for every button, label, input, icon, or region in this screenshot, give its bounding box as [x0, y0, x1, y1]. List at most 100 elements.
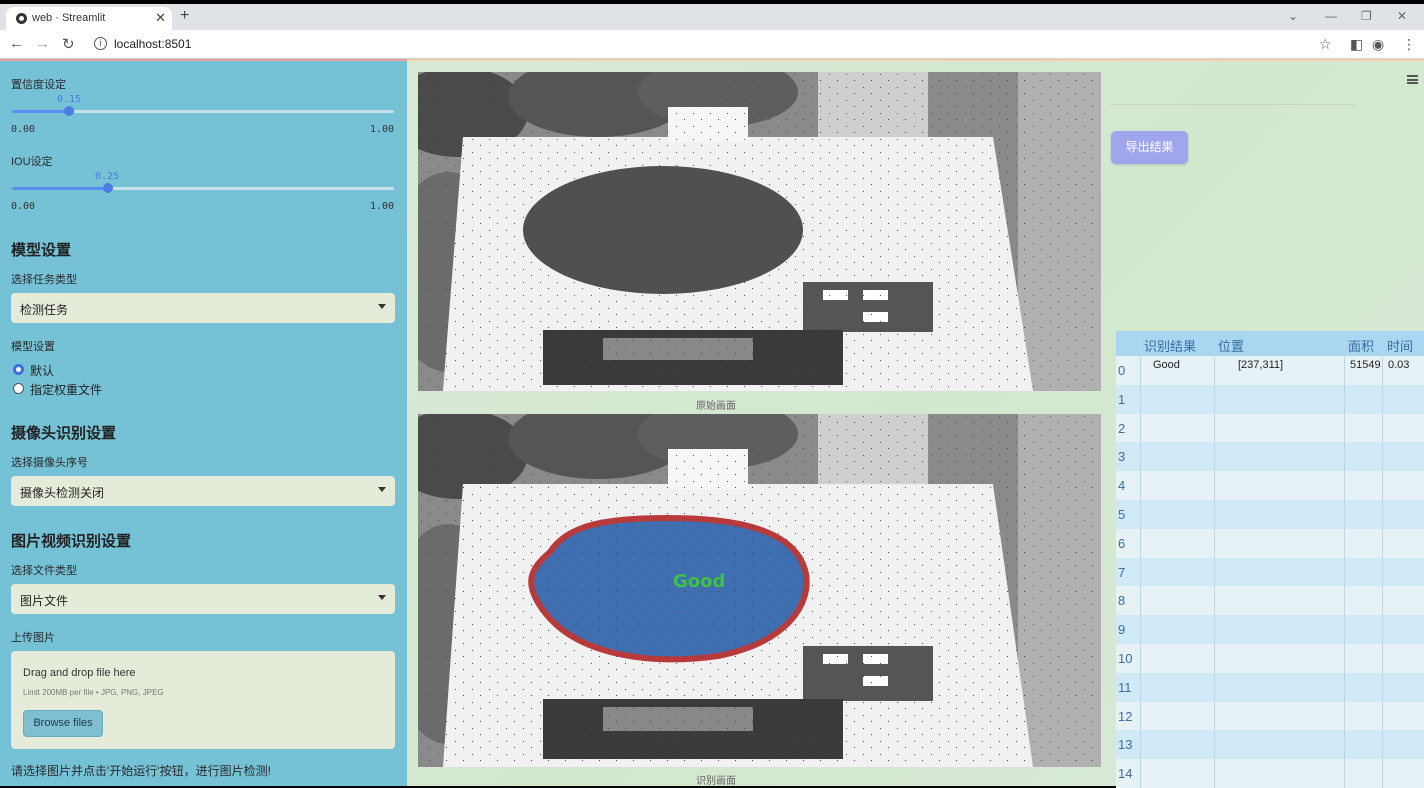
radio-default-label: 默认: [30, 364, 55, 378]
menu-dots-icon[interactable]: ⋮: [1402, 36, 1416, 53]
chevron-down-icon[interactable]: ⌄: [1288, 9, 1298, 23]
row-index: 8: [1118, 593, 1126, 609]
detection-image-caption: 识别画面: [696, 776, 736, 787]
original-image: [418, 72, 1101, 391]
header-time: 时间: [1387, 339, 1414, 354]
divider: [1110, 104, 1355, 105]
camera-select-value: 摄像头检测关闭: [20, 486, 105, 500]
table-row[interactable]: 3: [1116, 442, 1424, 472]
site-info-icon[interactable]: i: [94, 37, 107, 50]
minimize-icon[interactable]: —: [1325, 9, 1337, 23]
file-type-value: 图片文件: [20, 594, 69, 608]
table-row[interactable]: 0 Good [237,311] 51549 0.03: [1116, 356, 1424, 385]
iou-slider[interactable]: [12, 183, 394, 193]
main-content: 原始画面 Good 识别画面 导出结果 识别结果 位置 面积 时间 0 Good…: [407, 59, 1424, 788]
row-index: 11: [1118, 679, 1132, 695]
sidebar: 置信度设定 0.15 0.00 1.00 IOU设定 0.25 0.00 1.0…: [0, 59, 407, 786]
column-divider: [1140, 331, 1141, 788]
iou-min: 0.00: [11, 201, 36, 212]
row-index: 6: [1118, 535, 1126, 551]
radio-custom-weights[interactable]: [13, 383, 24, 394]
table-row[interactable]: 13: [1116, 730, 1424, 760]
cell-time: 0.03: [1388, 359, 1410, 371]
table-row[interactable]: 7: [1116, 557, 1424, 587]
media-settings-header: 图片视频识别设置: [11, 533, 132, 550]
iou-slider-thumb[interactable]: [102, 183, 113, 193]
row-index: 3: [1118, 449, 1126, 465]
row-index: 13: [1118, 737, 1133, 753]
reload-icon[interactable]: ↻: [62, 35, 75, 53]
table-row[interactable]: 4: [1116, 471, 1424, 501]
table-row[interactable]: 1: [1116, 384, 1424, 414]
task-type-select[interactable]: 检测任务: [11, 293, 395, 323]
upload-drag-text: Drag and drop file here: [23, 667, 136, 679]
upload-label: 上传图片: [11, 632, 55, 644]
row-index: 12: [1118, 708, 1133, 724]
streamlit-app: 置信度设定 0.15 0.00 1.00 IOU设定 0.25 0.00 1.0…: [0, 59, 1424, 788]
table-row[interactable]: 8: [1116, 586, 1424, 616]
iou-max: 1.00: [370, 201, 395, 212]
upload-limit-text: Limit 200MB per file • JPG, PNG, JPEG: [23, 688, 164, 697]
table-row[interactable]: 9: [1116, 615, 1424, 645]
forward-icon[interactable]: →: [35, 35, 50, 52]
confidence-max: 1.00: [370, 124, 395, 135]
row-index: 5: [1118, 507, 1126, 522]
back-icon[interactable]: ←: [9, 35, 24, 52]
column-divider: [1214, 331, 1215, 788]
close-tab-icon[interactable]: ✕: [155, 10, 166, 26]
table-row[interactable]: 11: [1116, 672, 1424, 702]
camera-select[interactable]: 摄像头检测关闭: [11, 476, 395, 506]
table-row[interactable]: 6: [1116, 528, 1424, 558]
table-row[interactable]: 5: [1116, 500, 1424, 529]
table-header: 识别结果 位置 面积 时间: [1116, 331, 1424, 356]
table-row[interactable]: 12: [1116, 701, 1424, 731]
close-window-icon[interactable]: ✕: [1397, 9, 1407, 23]
original-image-caption: 原始画面: [696, 401, 736, 412]
task-type-value: 检测任务: [20, 303, 69, 317]
table-row[interactable]: 14: [1116, 759, 1424, 788]
row-index: 1: [1118, 391, 1126, 407]
table-row[interactable]: 10: [1116, 644, 1424, 673]
file-type-select[interactable]: 图片文件: [11, 584, 395, 614]
caret-down-icon: [378, 487, 386, 492]
browser-tab[interactable]: web · Streamlit ✕: [6, 7, 172, 30]
header-area: 面积: [1348, 339, 1375, 354]
url-field[interactable]: i localhost:8501: [86, 33, 1346, 55]
confidence-label: 置信度设定: [11, 79, 66, 91]
camera-settings-header: 摄像头识别设置: [11, 425, 117, 442]
instruction-hint: 请选择图片并点击'开始运行'按钮，进行图片检测!: [11, 764, 271, 778]
detection-image: Good: [418, 414, 1101, 767]
address-bar: ← → ↻ i localhost:8501 ☆ ◧ ◉ ⋮: [0, 30, 1424, 59]
camera-index-label: 选择摄像头序号: [11, 457, 88, 469]
iou-label: IOU设定: [11, 156, 53, 168]
bookmark-star-icon[interactable]: ☆: [1319, 36, 1332, 53]
table-row[interactable]: 2: [1116, 413, 1424, 443]
confidence-slider[interactable]: [12, 106, 394, 116]
row-index: 2: [1118, 420, 1126, 436]
header-result: 识别结果: [1144, 339, 1197, 354]
radio-custom-weights-label: 指定权重文件: [30, 383, 103, 397]
row-index: 10: [1118, 651, 1133, 666]
row-index: 9: [1118, 622, 1126, 638]
cell-position: [237,311]: [1238, 359, 1284, 371]
task-type-label: 选择任务类型: [11, 274, 77, 286]
file-type-label: 选择文件类型: [11, 565, 77, 577]
browser-window: web · Streamlit ✕ + ⌄ — ❐ ✕ ← → ↻ i loca…: [0, 4, 1424, 788]
browse-files-button[interactable]: Browse files: [23, 710, 103, 737]
confidence-slider-fill: [12, 110, 70, 113]
row-index: 0: [1118, 363, 1126, 378]
file-uploader-dropzone[interactable]: Drag and drop file here Limit 200MB per …: [11, 651, 395, 749]
tab-title: web · Streamlit: [32, 12, 106, 24]
url-text: localhost:8501: [114, 37, 192, 51]
restore-icon[interactable]: ❐: [1361, 9, 1372, 23]
export-results-button[interactable]: 导出结果: [1111, 131, 1188, 164]
iou-slider-fill: [12, 187, 108, 190]
radio-default[interactable]: [13, 364, 24, 375]
profile-icon[interactable]: ◉: [1372, 36, 1384, 53]
confidence-slider-thumb[interactable]: [64, 106, 75, 116]
new-tab-icon[interactable]: +: [180, 7, 189, 25]
side-panel-icon[interactable]: ◧: [1350, 36, 1363, 53]
caret-down-icon: [378, 595, 386, 600]
column-divider: [1344, 331, 1345, 788]
hamburger-menu-icon[interactable]: [1407, 75, 1418, 84]
